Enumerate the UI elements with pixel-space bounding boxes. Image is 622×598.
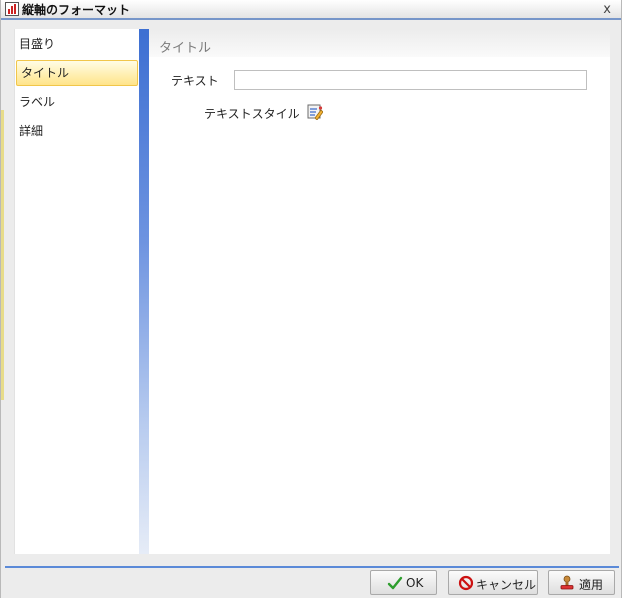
ok-label: OK	[406, 576, 424, 590]
ok-button[interactable]: OK	[370, 570, 437, 595]
panel-title: タイトル	[159, 41, 212, 56]
panel-divider	[139, 29, 149, 554]
apply-label: 適用	[579, 578, 604, 592]
text-label: テキスト	[171, 74, 219, 88]
close-icon[interactable]: x	[603, 2, 611, 17]
title-text-input[interactable]	[234, 70, 587, 90]
apply-button[interactable]: 適用	[548, 570, 615, 595]
chart-icon	[5, 2, 19, 16]
text-style-label: テキストスタイル	[204, 107, 300, 121]
cancel-button[interactable]: キャンセル	[448, 570, 538, 595]
footer-divider	[5, 566, 619, 568]
panel-header: タイトル	[149, 29, 610, 57]
text-style-icon[interactable]	[307, 104, 323, 120]
sidebar-item-labels[interactable]: ラベル	[15, 89, 139, 115]
dialog-content: 目盛り タイトル ラベル 詳細 タイトル テキスト テキストスタイル	[14, 29, 610, 554]
sidebar: 目盛り タイトル ラベル 詳細	[15, 29, 139, 554]
format-axis-dialog: 縦軸のフォーマット x 目盛り タイトル ラベル 詳細 タイトル テキスト テキ…	[0, 0, 622, 598]
stamp-icon	[560, 575, 574, 590]
left-edge-strip	[1, 110, 4, 400]
cancel-icon	[458, 575, 474, 591]
cancel-label: キャンセル	[476, 578, 537, 592]
sidebar-item-scale[interactable]: 目盛り	[15, 31, 139, 57]
title-panel: タイトル テキスト テキストスタイル	[149, 29, 610, 554]
sidebar-item-details[interactable]: 詳細	[15, 118, 139, 144]
checkmark-icon	[387, 576, 403, 590]
sidebar-item-title[interactable]: タイトル	[16, 60, 138, 86]
window-title: 縦軸のフォーマット	[22, 3, 131, 17]
title-bar: 縦軸のフォーマット x	[1, 0, 621, 20]
